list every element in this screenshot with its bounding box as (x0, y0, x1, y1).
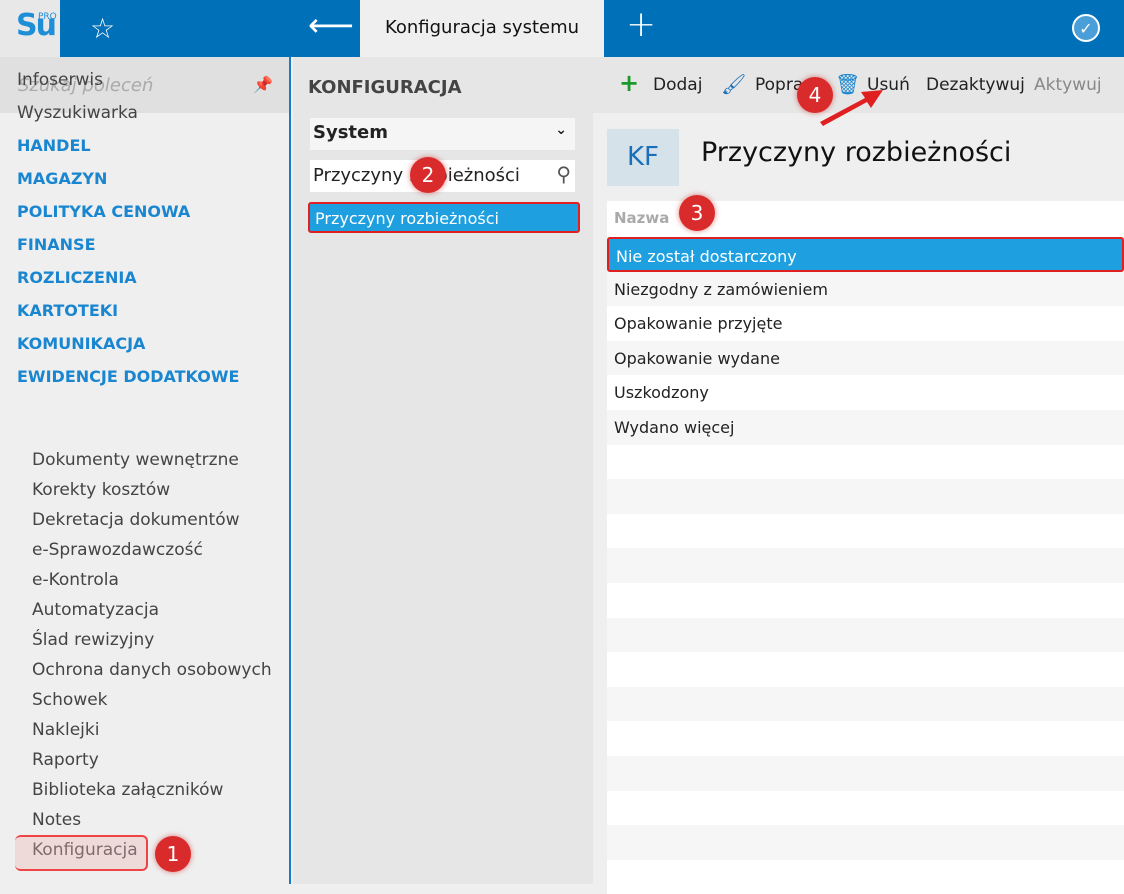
table-row[interactable] (607, 721, 1124, 756)
sidebar-item[interactable]: POLITYKA CENOWA (17, 202, 190, 221)
table-row[interactable] (607, 686, 1124, 722)
table-row[interactable] (607, 825, 1124, 860)
sidebar-item[interactable]: FINANSE (17, 235, 96, 254)
sidebar: Szukaj poleceń 📌 Infoserwis Wyszukiwarka HA… (0, 57, 291, 884)
plus-icon[interactable]: + (626, 4, 656, 45)
table-row[interactable] (607, 617, 1124, 653)
panel-heading: KONFIGURACJA (308, 77, 462, 98)
back-arrow-icon[interactable]: ⟵ (308, 6, 354, 44)
table-row[interactable]: Opakowanie przyjęte (607, 306, 1124, 341)
sidebar-item[interactable]: Wyszukiwarka (17, 103, 138, 123)
table-row[interactable] (607, 859, 1124, 894)
table-row[interactable] (607, 479, 1124, 514)
sidebar-subitem[interactable]: Ślad rewizyjny (32, 630, 154, 650)
star-icon[interactable]: ☆ (90, 12, 115, 45)
chevron-down-icon: ⌄ (555, 122, 567, 138)
logo: Su PRO (0, 0, 60, 57)
annotation-badge: 1 (155, 836, 191, 872)
pin-icon[interactable]: 📌 (253, 75, 273, 94)
table-row[interactable]: Nie został dostarczony (607, 237, 1124, 272)
sidebar-subitem[interactable]: Schowek (32, 690, 108, 710)
sidebar-subitem[interactable]: Naklejki (32, 720, 99, 740)
logo-sup: PRO (38, 12, 57, 22)
sidebar-subitem[interactable]: e-Kontrola (32, 570, 119, 590)
tab-konfiguracja-systemu[interactable]: Konfiguracja systemu (360, 0, 604, 57)
table-row[interactable]: Uszkodzony (607, 375, 1124, 410)
select-value: System (313, 122, 388, 143)
sidebar-subitem[interactable]: Biblioteka załączników (32, 780, 223, 800)
add-button[interactable]: Dodaj (653, 75, 702, 95)
sidebar-subitem[interactable]: Notes (32, 810, 81, 830)
table-row[interactable] (607, 582, 1124, 618)
sidebar-item[interactable]: EWIDENCJE DODATKOWE (17, 367, 239, 386)
sidebar-subitem[interactable]: Raporty (32, 750, 99, 770)
annotation-badge: 3 (679, 195, 715, 231)
table-row[interactable]: Wydano więcej (607, 409, 1124, 445)
arrow-annotation (820, 90, 883, 126)
sidebar-item[interactable]: KARTOTEKI (17, 301, 118, 320)
table-row[interactable] (607, 790, 1124, 826)
sidebar-subitem[interactable]: Korekty kosztów (32, 480, 170, 500)
config-item-selected[interactable]: Przyczyny rozbieżności (308, 202, 580, 233)
sidebar-item[interactable]: KOMUNIKACJA (17, 334, 145, 353)
search-icon[interactable]: ⚲ (556, 162, 571, 186)
activate-button[interactable]: Aktywuj (1034, 75, 1102, 95)
main-content: KF Przyczyny rozbieżności Nazwa Nie zost… (593, 113, 1124, 894)
sidebar-item[interactable]: HANDEL (17, 136, 91, 155)
highlight-frame (15, 835, 148, 871)
table-row[interactable] (607, 548, 1124, 583)
table-row[interactable]: Niezgodny z zamówieniem (607, 271, 1124, 307)
page-title: Przyczyny rozbieżności (701, 137, 1012, 168)
table-row[interactable]: Opakowanie wydane (607, 340, 1124, 376)
annotation-badge: 2 (410, 157, 446, 193)
sidebar-subitem[interactable]: e-Sprawozdawczość (32, 540, 203, 560)
avatar: KF (607, 129, 679, 186)
brush-icon: 🖌 (721, 72, 747, 96)
sidebar-item[interactable]: Infoserwis (17, 70, 103, 90)
data-table: Nazwa Nie został dostarczony Niezgodny z … (607, 201, 1124, 894)
check-circle-icon[interactable]: ✓ (1072, 14, 1100, 42)
table-row[interactable] (607, 513, 1124, 549)
sidebar-item[interactable]: MAGAZYN (17, 169, 107, 188)
deactivate-button[interactable]: Dezaktywuj (926, 75, 1025, 95)
sidebar-item[interactable]: ROZLICZENIA (17, 268, 137, 287)
table-row[interactable] (607, 755, 1124, 791)
category-select[interactable]: System ⌄ (310, 118, 575, 150)
sidebar-subitem[interactable]: Ochrona danych osobowych (32, 660, 272, 680)
table-row[interactable] (607, 652, 1124, 687)
sidebar-subitem[interactable]: Dekretacja dokumentów (32, 510, 240, 530)
table-row[interactable] (607, 444, 1124, 480)
sidebar-subitem[interactable]: Automatyzacja (32, 600, 159, 620)
sidebar-subitem[interactable]: Dokumenty wewnętrzne (32, 450, 239, 470)
plus-icon: + (619, 69, 640, 97)
